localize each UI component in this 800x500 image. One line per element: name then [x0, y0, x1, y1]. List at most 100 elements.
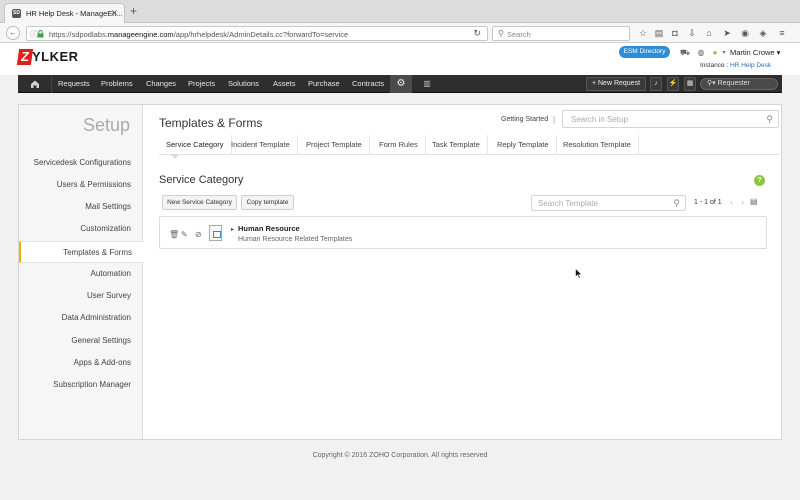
setup-title: Setup: [82, 115, 130, 135]
disable-icon[interactable]: ⊘: [195, 230, 202, 239]
address-bar[interactable]: ⓘ https://sdpodlabs.manageengine.com/app…: [26, 26, 488, 41]
sidebar-item-mail-settings[interactable]: Mail Settings: [19, 196, 143, 218]
app-header: Z YLKER ESM Directory ⛟ ◍ ● ▾ Martin Crow…: [0, 43, 800, 75]
setup-sidebar: Setup Servicedesk Configurations Users &…: [19, 105, 144, 439]
setup-search-placeholder: Search in Setup: [571, 115, 628, 124]
expand-caret-icon[interactable]: ▸: [231, 226, 234, 233]
chevron-down-icon[interactable]: ▾: [719, 48, 729, 58]
setup-content: Templates & Forms Getting Started | Sear…: [143, 105, 781, 439]
reload-icon[interactable]: ↻: [473, 28, 481, 39]
browser-search-input[interactable]: ⚲ Search: [492, 26, 630, 41]
template-document-icon: [209, 225, 222, 241]
copy-template-button[interactable]: Copy template: [241, 195, 294, 210]
setup-search-input[interactable]: Search in Setup ⚲: [562, 110, 779, 128]
active-tab-caret: [170, 154, 180, 159]
calculator-icon[interactable]: ▦: [684, 77, 696, 91]
browser-tab-bar: SD HR Help Desk - ManageEn... ✕ +: [0, 0, 800, 23]
template-tabs: Service Category Incident Template Proje…: [159, 135, 779, 155]
sync-icon[interactable]: ◉: [739, 27, 751, 39]
menu-requests[interactable]: Requests: [58, 75, 90, 93]
tab-title: HR Help Desk - ManageEn...: [26, 9, 123, 18]
setup-gear-icon[interactable]: ⚙: [390, 75, 412, 93]
tab-close-icon[interactable]: ✕: [110, 8, 118, 19]
delete-icon[interactable]: 🗑: [169, 230, 179, 239]
sidebar-item-general-settings[interactable]: General Settings: [19, 330, 143, 352]
sidebar-item-users-permissions[interactable]: Users & Permissions: [19, 174, 143, 196]
home-icon[interactable]: ⌂: [703, 27, 715, 39]
tab-resolution-template[interactable]: Resolution Template: [556, 135, 639, 155]
reports-icon[interactable]: ▥: [420, 75, 434, 93]
menu-projects[interactable]: Projects: [188, 75, 215, 93]
template-search-placeholder: Search Template: [538, 199, 598, 208]
menu-contracts[interactable]: Contracts: [352, 75, 384, 93]
template-search-input[interactable]: Search Template ⚲: [531, 195, 686, 211]
pocket-icon[interactable]: ◘: [669, 27, 681, 39]
reading-list-icon[interactable]: ▤: [653, 27, 665, 39]
sidebar-item-customization[interactable]: Customization: [19, 218, 143, 240]
new-request-button[interactable]: + New Request: [586, 77, 646, 91]
requester-search-input[interactable]: ⚲▾ Requester: [700, 78, 778, 90]
menu-assets[interactable]: Assets: [273, 75, 296, 93]
apps-icon[interactable]: ◍: [696, 48, 706, 58]
menu-purchase[interactable]: Purchase: [308, 75, 340, 93]
tab-task-template[interactable]: Task Template: [425, 135, 488, 155]
browser-tab[interactable]: SD HR Help Desk - ManageEn... ✕: [4, 3, 125, 23]
back-button[interactable]: ←: [6, 26, 20, 40]
help-icon[interactable]: ?: [754, 175, 765, 186]
previous-page-icon[interactable]: ‹: [730, 197, 733, 207]
table-row[interactable]: 🗑 ✎ ⊘ ▸ Human Resource Human Resource Re…: [159, 216, 767, 249]
sidebar-item-user-survey[interactable]: User Survey: [19, 285, 143, 307]
getting-started-link[interactable]: Getting Started: [501, 116, 548, 123]
tab-favicon-icon: SD: [12, 9, 21, 18]
tab-reply-template[interactable]: Reply Template: [490, 135, 557, 155]
tab-incident-template[interactable]: Incident Template: [224, 135, 298, 155]
send-icon[interactable]: ➤: [721, 27, 733, 39]
menu-icon[interactable]: ≡: [776, 27, 788, 39]
menu-changes[interactable]: Changes: [146, 75, 176, 93]
bookmark-star-icon[interactable]: ☆: [637, 27, 649, 39]
column-chooser-icon[interactable]: ▤: [750, 197, 758, 206]
home-menu-button[interactable]: [18, 75, 52, 93]
footer-copyright: Copyright © 2016 ZOHO Corporation. All r…: [312, 452, 488, 459]
zylker-logo[interactable]: Z YLKER: [16, 49, 79, 69]
sidebar-item-automation[interactable]: Automation: [19, 263, 143, 285]
quick-action-icon[interactable]: ⚡: [667, 77, 679, 91]
url-text: https://sdpodlabs.manageengine.com/app/h…: [49, 30, 349, 39]
cart-icon[interactable]: ⛟: [680, 48, 690, 58]
search-icon: ⚲: [498, 29, 504, 38]
sidebar-item-servicedesk-configurations[interactable]: Servicedesk Configurations: [19, 152, 143, 174]
lock-icon: [37, 30, 44, 38]
sidebar-item-data-administration[interactable]: Data Administration: [19, 307, 143, 329]
instance-selector[interactable]: Instance : HR Help Desk: [700, 62, 771, 69]
home-icon: [31, 80, 39, 88]
browser-search-placeholder: Search: [507, 30, 531, 39]
template-name[interactable]: Human Resource: [238, 224, 300, 233]
new-tab-button[interactable]: +: [130, 5, 137, 17]
download-icon[interactable]: ⇩: [686, 27, 698, 39]
notification-icon[interactable]: ♪: [650, 77, 662, 91]
menu-solutions[interactable]: Solutions: [228, 75, 259, 93]
tab-project-template[interactable]: Project Template: [299, 135, 370, 155]
main-menu-bar: Requests Problems Changes Projects Solut…: [18, 75, 782, 93]
esm-directory-button[interactable]: ESM Directory: [619, 46, 670, 58]
edit-icon[interactable]: ✎: [181, 230, 188, 239]
header-separator: |: [553, 115, 556, 124]
page-title: Templates & Forms: [159, 116, 263, 130]
tab-form-rules[interactable]: Form Rules: [372, 135, 426, 155]
menu-problems[interactable]: Problems: [101, 75, 133, 93]
new-service-category-button[interactable]: New Service Category: [162, 195, 237, 210]
search-icon: ⚲: [673, 198, 680, 208]
browser-nav-bar: ← ⓘ https://sdpodlabs.manageengine.com/a…: [0, 23, 800, 43]
extension-icon[interactable]: ◈: [757, 27, 769, 39]
tab-service-category[interactable]: Service Category: [159, 135, 232, 155]
section-title: Service Category: [159, 174, 244, 186]
sidebar-item-subscription-manager[interactable]: Subscription Manager: [19, 374, 143, 396]
pagination-info: 1 - 1 of 1: [694, 199, 722, 206]
mouse-cursor-icon: [575, 268, 583, 279]
template-description: Human Resource Related Templates: [238, 236, 353, 243]
setup-panel: Setup Servicedesk Configurations Users &…: [18, 104, 782, 440]
next-page-icon[interactable]: ›: [741, 197, 744, 207]
user-menu[interactable]: Martin Crowe ▾: [730, 48, 780, 57]
sidebar-item-templates-forms[interactable]: Templates & Forms: [19, 241, 144, 263]
sidebar-item-apps-addons[interactable]: Apps & Add-ons: [19, 352, 143, 374]
